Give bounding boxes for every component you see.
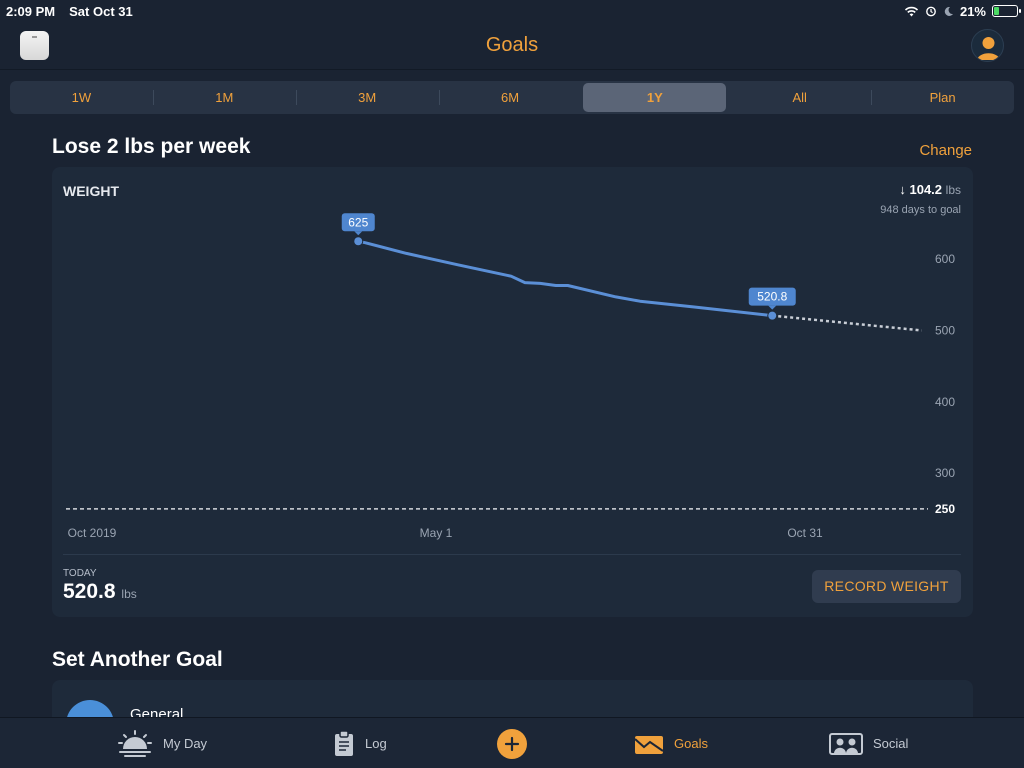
tab-bar: My Day Log Goals Social	[0, 717, 1024, 768]
range-tab-1y[interactable]: 1Y	[583, 83, 727, 112]
projection-line	[772, 314, 922, 332]
range-tab-1w[interactable]: 1W	[10, 83, 153, 112]
remaining-unit: lbs	[945, 183, 961, 197]
y-tick-label: 500	[935, 323, 955, 337]
today-weight-value: 520.8	[63, 580, 116, 603]
people-icon	[829, 732, 863, 755]
card-divider	[63, 554, 961, 555]
down-arrow-icon: ↓	[899, 182, 906, 197]
weight-series-line	[356, 239, 774, 318]
data-point	[767, 310, 778, 321]
range-tab-all[interactable]: All	[728, 83, 871, 112]
plus-icon	[504, 736, 520, 752]
wifi-icon	[904, 6, 919, 16]
add-entry-button[interactable]	[497, 729, 527, 759]
change-goal-link[interactable]: Change	[919, 142, 972, 159]
range-tab-1m[interactable]: 1M	[152, 83, 296, 112]
today-label: TODAY	[63, 568, 97, 579]
callout-pointer	[354, 231, 363, 236]
range-tab-3m[interactable]: 3M	[295, 83, 439, 112]
range-tab-plan[interactable]: Plan	[871, 83, 1014, 112]
scale-app-icon[interactable]	[20, 31, 49, 60]
today-weight: 520.8 lbs	[63, 580, 137, 604]
tab-label-goals: Goals	[674, 736, 708, 751]
clipboard-icon	[335, 729, 353, 756]
chart-envelope-icon	[634, 735, 664, 754]
data-point	[353, 236, 364, 247]
tab-goals[interactable]: Goals	[634, 718, 708, 768]
weight-chart: 300 400 500 600 250 Oct 2019 May 1 Oct 31 625 520…	[66, 213, 955, 540]
y-tick-label: 600	[935, 252, 955, 266]
record-weight-button[interactable]: RECORD WEIGHT	[812, 570, 961, 603]
tab-social[interactable]: Social	[829, 718, 908, 768]
battery-percent: 21%	[959, 3, 986, 19]
x-tick-label: May 1	[420, 526, 453, 540]
status-date: Sat Oct 31	[69, 3, 133, 19]
callout-label: 520.8	[757, 290, 787, 304]
header: Goals	[0, 22, 1024, 70]
status-time: 2:09 PM	[6, 3, 56, 19]
goal-option-general[interactable]: General	[52, 680, 973, 720]
range-tab-6m[interactable]: 6M	[438, 83, 582, 112]
weight-label: WEIGHT	[63, 183, 119, 199]
tab-label-social: Social	[873, 736, 909, 751]
page-title: Goals	[485, 34, 539, 56]
alarm-icon	[926, 6, 936, 17]
callout-label: 625	[348, 215, 368, 229]
tab-my-day[interactable]: My Day	[117, 718, 207, 768]
remaining-value: 104.2	[909, 182, 943, 197]
goal-line-label: 250	[935, 502, 955, 516]
status-bar: 2:09 PM Sat Oct 31 21%	[0, 0, 1024, 22]
avatar[interactable]	[971, 29, 1004, 62]
tab-label-my-day: My Day	[163, 736, 208, 751]
y-tick-label: 400	[935, 395, 955, 409]
y-tick-label: 300	[935, 466, 955, 480]
weight-card: 300 400 500 600 250 Oct 2019 May 1 Oct 31 625 520…	[52, 167, 973, 617]
days-to-goal: 948 days to goal	[880, 204, 961, 216]
callout-pointer	[768, 305, 777, 310]
today-weight-unit: lbs	[121, 587, 137, 601]
set-another-goal-heading: Set Another Goal	[52, 648, 223, 671]
x-tick-label: Oct 2019	[68, 526, 117, 540]
tab-log[interactable]: Log	[333, 718, 387, 768]
tab-label-log: Log	[365, 736, 387, 751]
sunrise-icon	[118, 729, 152, 757]
goal-title: Lose 2 lbs per week	[52, 135, 251, 158]
battery-icon	[992, 5, 1021, 17]
weight-remaining: ↓ 104.2 lbs	[899, 182, 961, 197]
range-selector: 1W 1M 3M 6M 1Y All Plan	[10, 81, 1014, 114]
user-icon	[977, 37, 1000, 60]
x-tick-label: Oct 31	[787, 526, 823, 540]
moon-icon	[944, 6, 953, 16]
